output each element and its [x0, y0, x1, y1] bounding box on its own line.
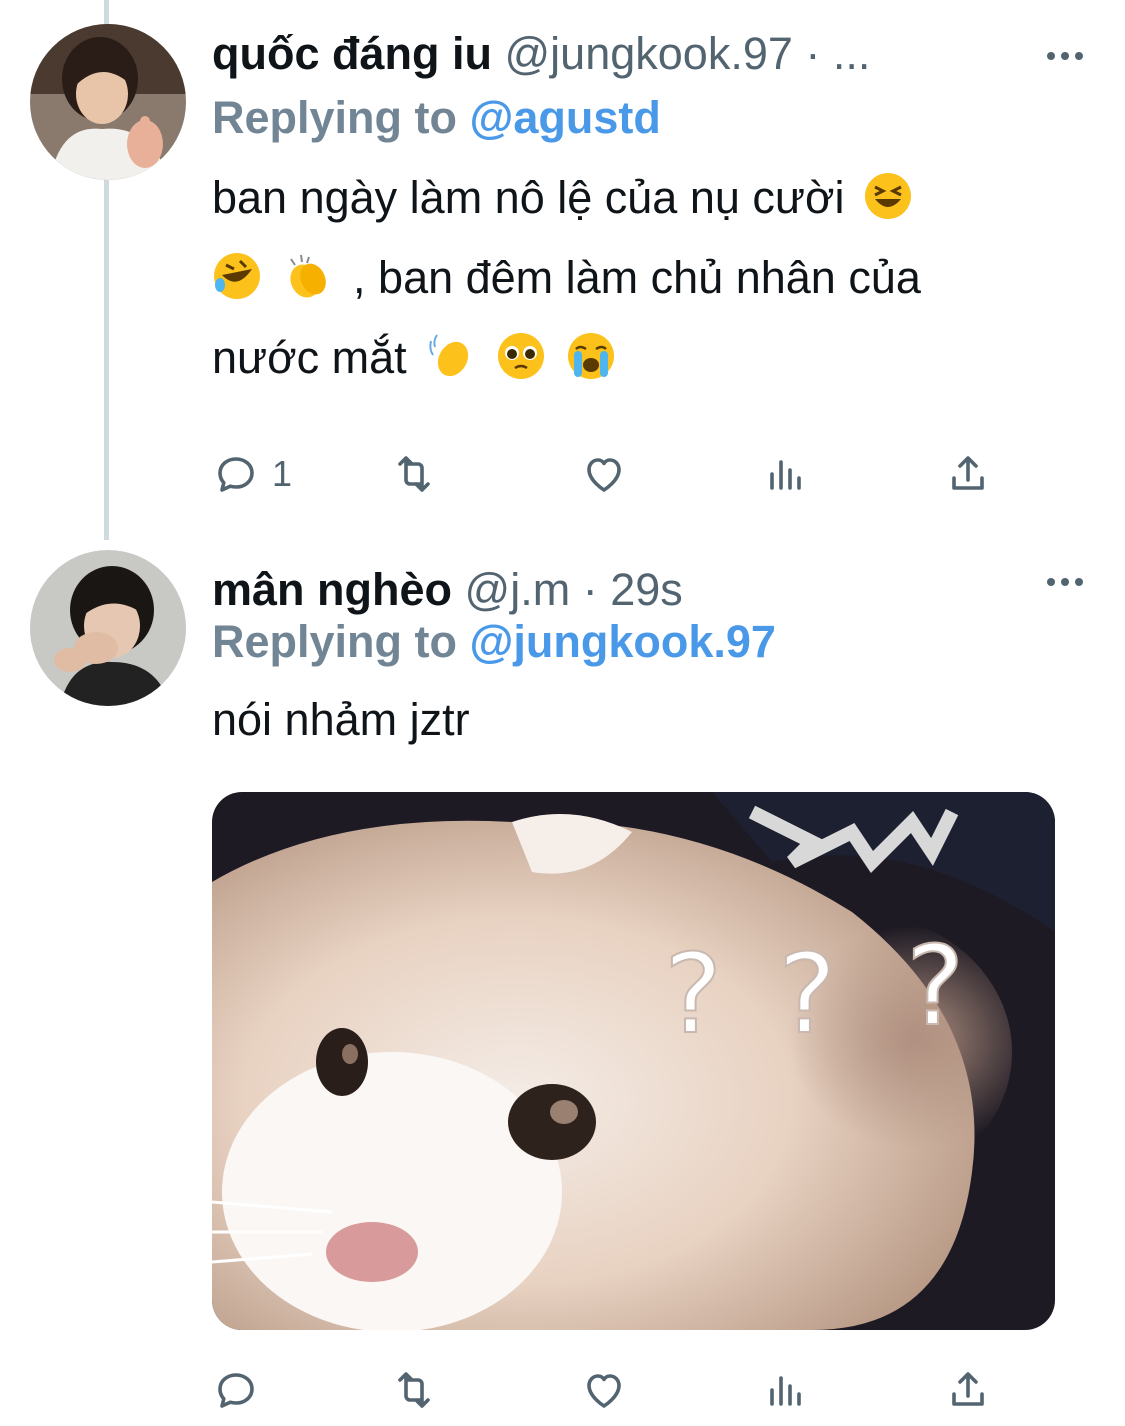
user-handle[interactable]: @j.m [465, 564, 571, 615]
avatar[interactable] [30, 550, 186, 706]
meme-question-mark: ? [906, 922, 964, 1050]
display-name[interactable]: quốc đáng iu [212, 28, 492, 79]
views-button[interactable] [762, 1360, 810, 1420]
mention-link[interactable]: @agustd [470, 92, 661, 143]
pleading-face-icon [496, 331, 546, 381]
rolling-on-floor-laughing-icon [212, 251, 262, 301]
user-handle[interactable]: @jungkook.97 [505, 28, 793, 79]
reply-button[interactable]: 1 [212, 444, 292, 504]
timestamp[interactable]: 29s [610, 564, 683, 615]
reply-button[interactable] [212, 1360, 260, 1420]
tweet-header: quốc đáng iu @jungkook.97 · ... [212, 24, 870, 84]
tweet-actions [212, 1360, 1012, 1420]
meme-question-mark: ? [778, 930, 836, 1058]
heart-icon [587, 1374, 621, 1408]
loudly-crying-face-icon [566, 331, 616, 381]
tweet-text-line: , ban đêm làm chủ nhân của [353, 252, 921, 303]
separator: · [582, 564, 598, 615]
replying-label: Replying to [212, 616, 457, 667]
tweet-text: nói nhảm jztr [212, 694, 470, 745]
reply-icon [218, 1373, 254, 1408]
replying-to: Replying to @agustd [212, 88, 661, 148]
tweet-text-line: nước mắt [212, 332, 407, 383]
views-icon [770, 1376, 801, 1406]
confused-cat-meme-icon: ? ? ? [212, 792, 1055, 1330]
meme-question-mark: ? [664, 930, 722, 1058]
display-name[interactable]: mân nghèo [212, 564, 452, 615]
share-button[interactable] [944, 1360, 992, 1420]
tweet[interactable]: quốc đáng iu @jungkook.97 · ... Replying… [0, 0, 1125, 530]
mention-link[interactable]: @jungkook.97 [470, 616, 776, 667]
tweet-actions: 1 [212, 444, 1012, 504]
share-icon [952, 1372, 984, 1406]
timestamp[interactable]: ... [833, 28, 871, 79]
tweet-header: mân nghèo @j.m · 29s [212, 560, 683, 620]
more-icon[interactable] [1045, 566, 1085, 596]
reply-icon [218, 457, 254, 492]
replying-to: Replying to @jungkook.97 [212, 612, 776, 672]
tweet-text-line: ban ngày làm nô lệ của nụ cười [212, 172, 845, 223]
share-button[interactable] [944, 444, 992, 504]
retweet-icon [398, 456, 430, 492]
views-icon [770, 460, 801, 490]
tweet-media-image[interactable]: ? ? ? [212, 792, 1055, 1330]
retweet-icon [398, 1372, 430, 1408]
tweet[interactable]: mân nghèo @j.m · 29s Replying to @jungko… [0, 540, 1125, 1426]
separator: · [805, 28, 821, 79]
views-button[interactable] [762, 444, 810, 504]
grinning-squinting-face-icon [863, 171, 913, 221]
like-button[interactable] [580, 1360, 628, 1420]
tweet-text: ban ngày làm nô lệ của nụ cười , ban đêm… [212, 158, 1085, 398]
retweet-button[interactable] [390, 444, 438, 504]
more-icon[interactable] [1045, 40, 1085, 70]
replying-label: Replying to [212, 92, 457, 143]
heart-icon [587, 458, 621, 492]
like-button[interactable] [580, 444, 628, 504]
retweet-button[interactable] [390, 1360, 438, 1420]
waving-hand-icon [425, 331, 475, 381]
avatar[interactable] [30, 24, 186, 180]
reply-count: 1 [272, 453, 293, 494]
share-icon [952, 456, 984, 490]
clapping-hands-icon [283, 251, 333, 301]
